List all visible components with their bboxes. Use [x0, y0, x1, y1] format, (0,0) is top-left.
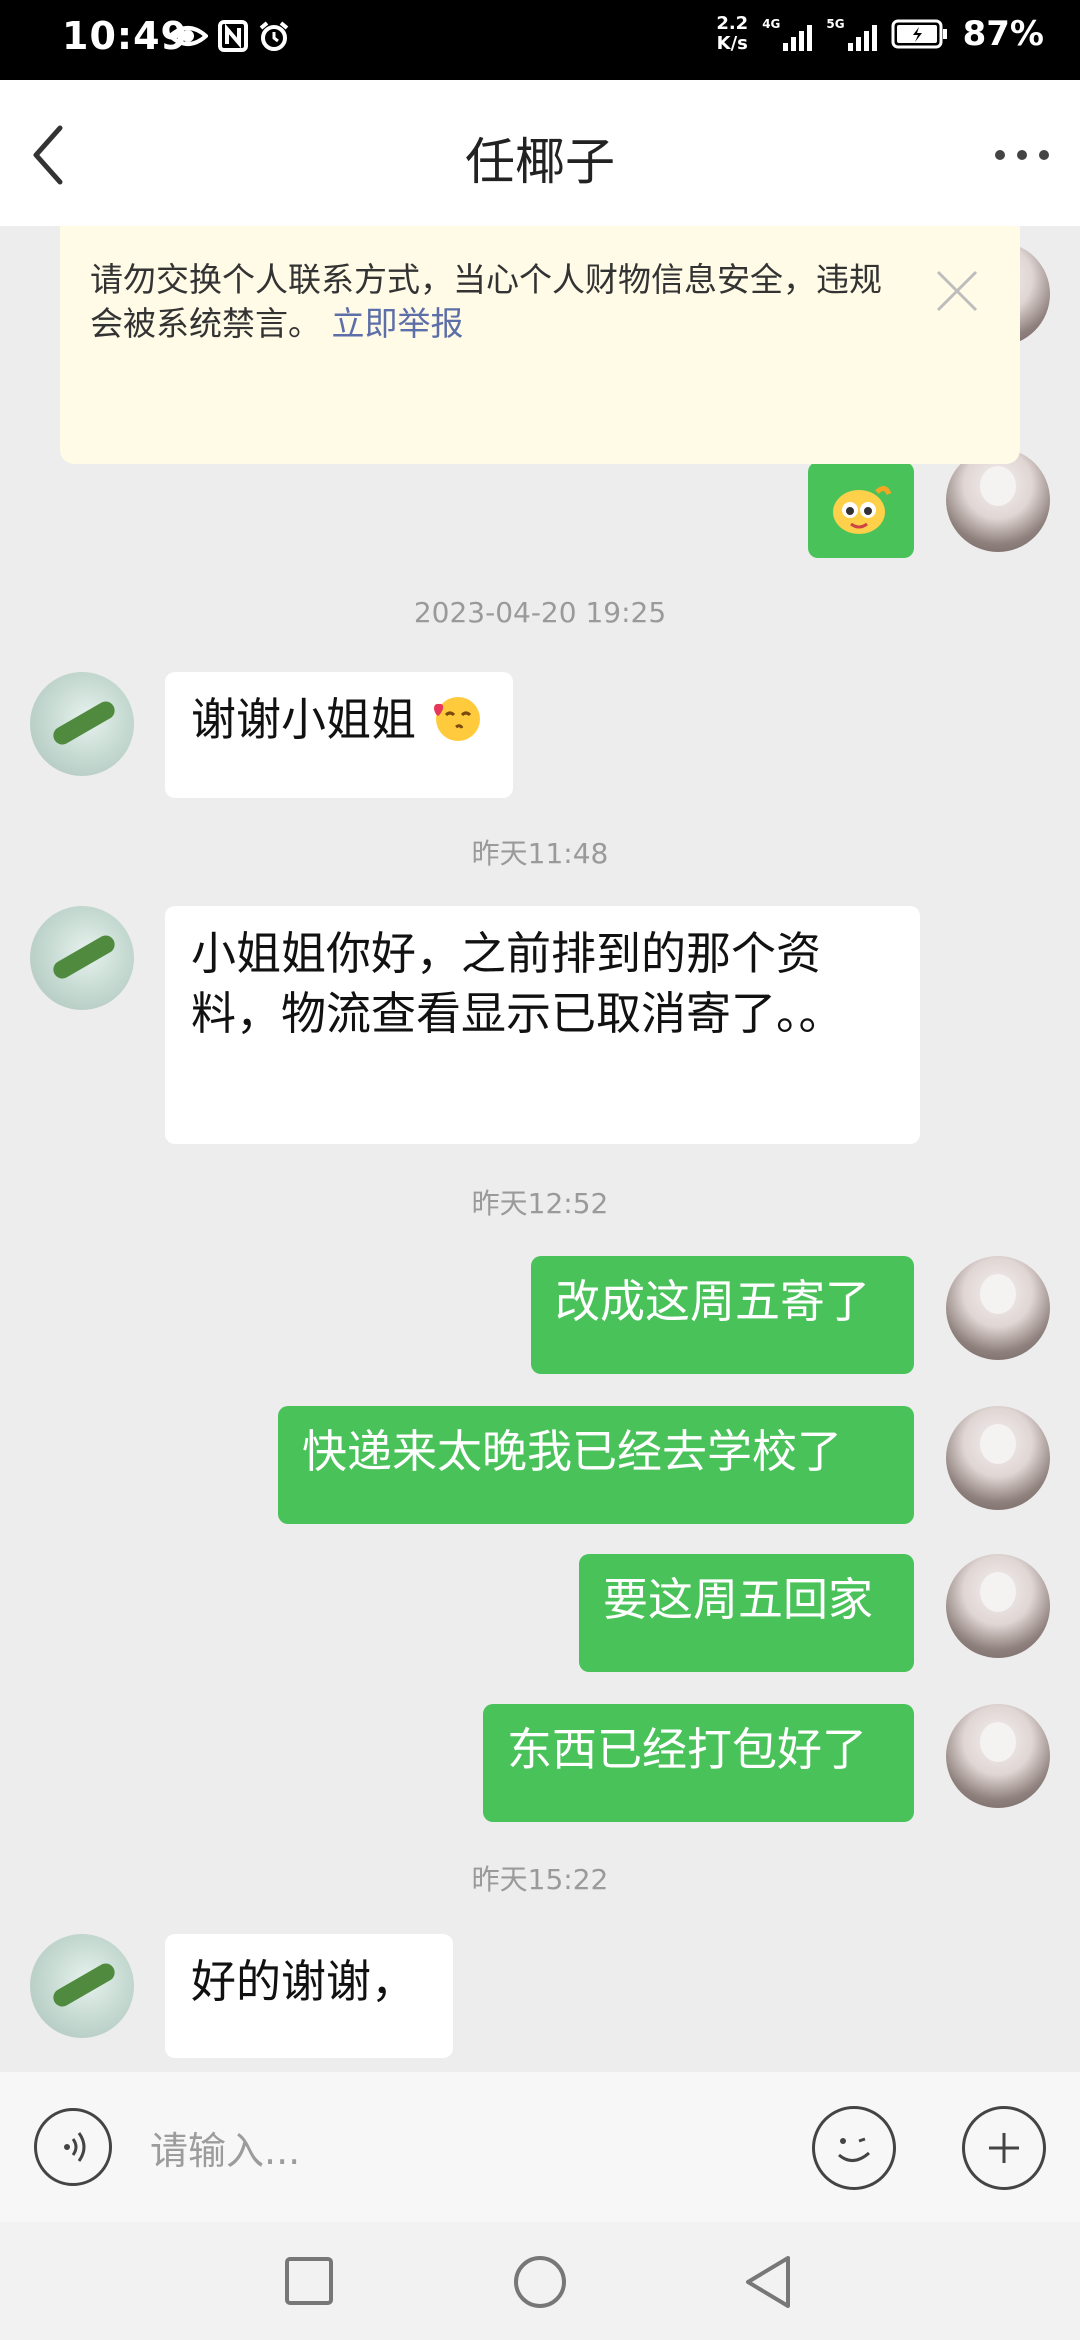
avatar[interactable]: [30, 906, 134, 1010]
message-bubble[interactable]: 东西已经打包好了: [483, 1704, 914, 1822]
chat-header: 任椰子: [0, 80, 1080, 226]
recents-icon[interactable]: [284, 2256, 334, 2306]
sticker-emoji-icon: [833, 486, 892, 534]
voice-icon: [64, 2132, 86, 2162]
plus-button[interactable]: [962, 2106, 1046, 2190]
timestamp: 2023-04-20 19:25: [413, 596, 667, 629]
message-text: 改成这周五寄了: [555, 1275, 871, 1328]
voice-button[interactable]: [34, 2108, 112, 2186]
signal-4g-icon: 4G: [762, 17, 813, 51]
system-nav-bar: [0, 2222, 1080, 2340]
message-text: 要这周五回家: [603, 1573, 874, 1626]
message-bubble[interactable]: 要这周五回家: [579, 1554, 914, 1672]
battery-icon: [891, 19, 947, 49]
speed-unit: K/s: [716, 33, 748, 54]
alarm-icon: [259, 21, 289, 51]
plus-icon: [989, 2133, 1019, 2163]
avatar[interactable]: [30, 1934, 134, 2038]
safety-notice: 请勿交换个人联系方式，当心个人财物信息安全，违规会被系统禁言。 立即举报: [60, 226, 1020, 464]
report-link[interactable]: 立即举报: [332, 304, 464, 343]
signal-5g-icon: 5G: [826, 17, 877, 51]
timestamp: 昨天15:22: [471, 1863, 609, 1896]
avatar[interactable]: [30, 672, 134, 776]
message-text: 谢谢小姐姐: [191, 693, 417, 746]
avatar[interactable]: [946, 1406, 1050, 1510]
home-icon[interactable]: [512, 2254, 568, 2310]
timestamp: 昨天12:52: [471, 1187, 609, 1220]
close-icon[interactable]: [934, 268, 980, 314]
timestamp: 昨天11:48: [471, 837, 609, 870]
sticker-bubble[interactable]: [808, 462, 914, 558]
message-bubble[interactable]: 改成这周五寄了: [531, 1256, 914, 1374]
message-bubble[interactable]: 谢谢小姐姐: [165, 672, 513, 798]
message-text: 东西已经打包好了: [507, 1723, 868, 1776]
speed-value: 2.2: [716, 13, 749, 34]
message-bubble[interactable]: 快递来太晚我已经去学校了: [278, 1406, 914, 1524]
message-text: 小姐姐你好，之前排到的那个资料，物流查看显示已取消寄了。。: [191, 927, 844, 1040]
message-bubble[interactable]: 好的谢谢，: [165, 1934, 453, 2058]
sig2-label: 5G: [826, 17, 845, 31]
avatar[interactable]: [946, 1554, 1050, 1658]
emoji-icon: [838, 2137, 870, 2162]
status-icons: [168, 20, 290, 52]
emoji-button[interactable]: [812, 2106, 896, 2190]
sig1-label: 4G: [762, 17, 781, 31]
network-speed: 2.2 K/s: [716, 14, 748, 54]
status-bar: 10:49 2.2 K/s 4G 5G 87%: [0, 0, 1080, 80]
notice-text: 请勿交换个人联系方式，当心个人财物信息安全，违规会被系统禁言。 立即举报: [90, 258, 910, 346]
chat-title: 任椰子: [465, 133, 615, 191]
nfc-icon: [218, 20, 248, 52]
avatar[interactable]: [946, 1704, 1050, 1808]
battery-percent: 87%: [962, 14, 1044, 54]
notice-message: 请勿交换个人联系方式，当心个人财物信息安全，违规会被系统禁言。: [90, 260, 882, 343]
message-input[interactable]: 请输入...: [150, 2120, 300, 2175]
input-bar: 请输入...: [0, 2072, 1080, 2222]
kiss-emoji-icon: [434, 697, 481, 741]
message-list[interactable]: 2023-04-20 19:25 谢谢小姐姐 昨天11:48 小姐姐你好，之前排…: [0, 226, 1080, 2072]
message-text: 好的谢谢，: [191, 1955, 417, 2008]
avatar[interactable]: [946, 1256, 1050, 1360]
eye-icon: [168, 26, 208, 46]
message-bubble[interactable]: 小姐姐你好，之前排到的那个资料，物流查看显示已取消寄了。。: [165, 906, 920, 1144]
status-right: 2.2 K/s 4G 5G 87%: [716, 14, 1044, 55]
message-text: 快递来太晚我已经去学校了: [302, 1425, 843, 1478]
back-nav-icon[interactable]: [742, 2254, 798, 2310]
more-icon[interactable]: [990, 130, 1054, 180]
